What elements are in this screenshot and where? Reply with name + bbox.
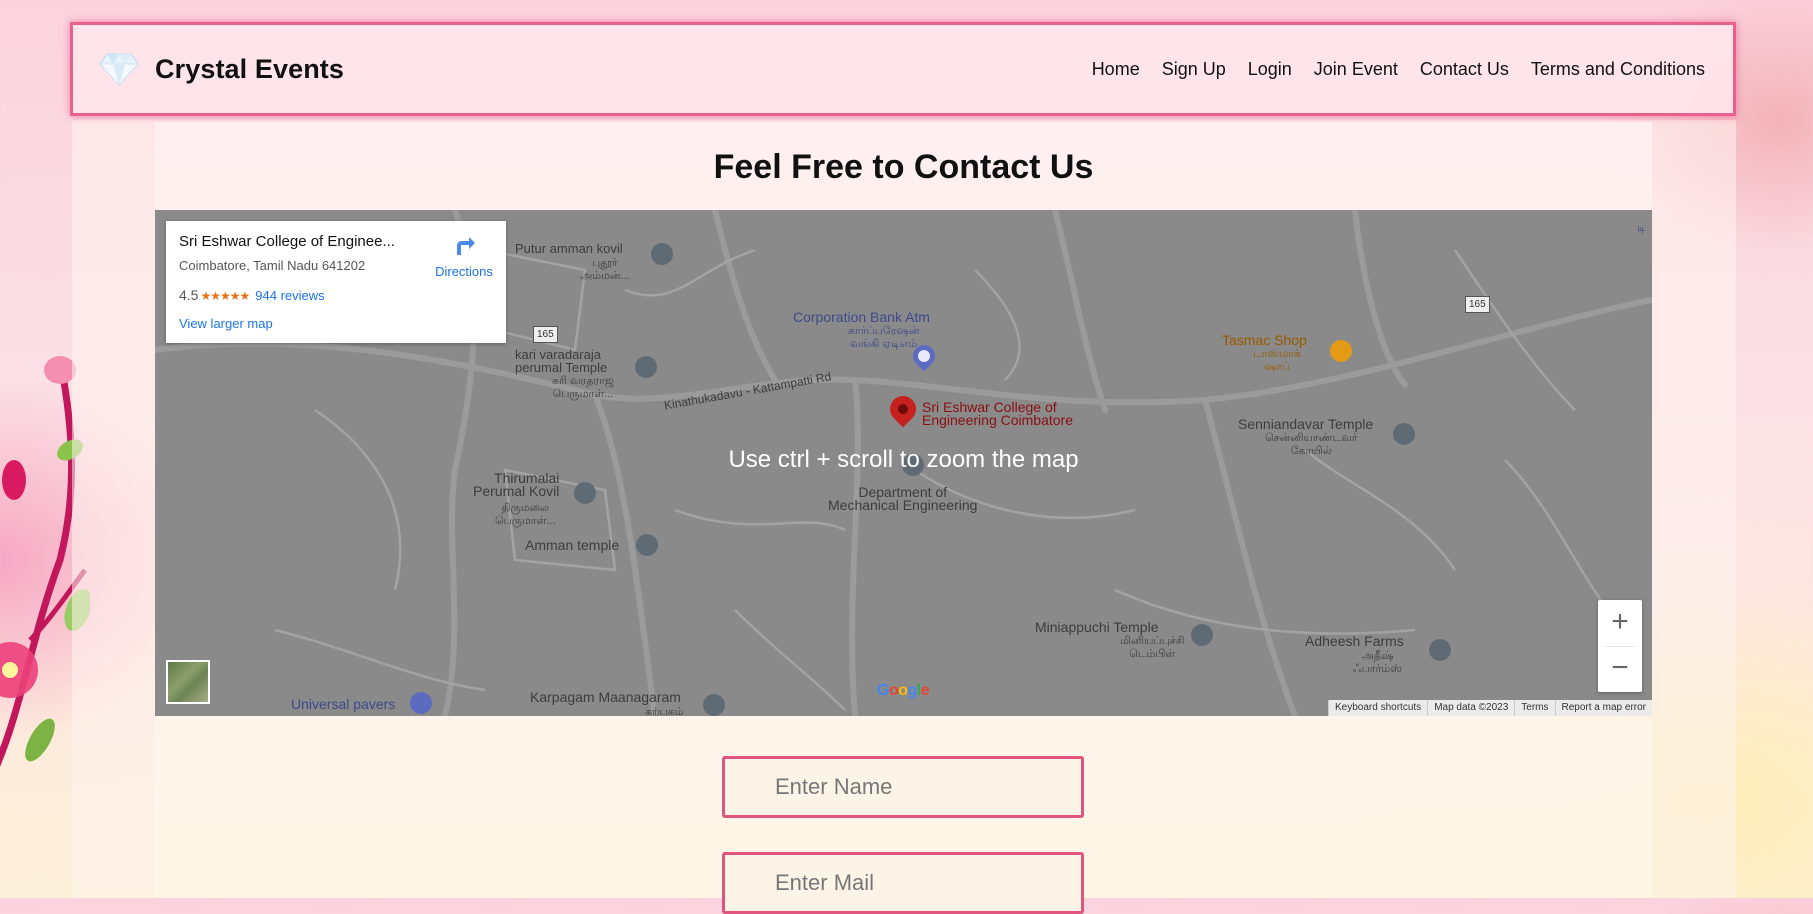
bar-pin-icon[interactable] xyxy=(1330,340,1352,362)
map-zoom-hint: Use ctrl + scroll to zoom the map xyxy=(728,446,1079,473)
map-label-thirumalai[interactable]: Thirumalai Perumal Kovil xyxy=(473,471,559,498)
temple-pin-icon[interactable] xyxy=(651,243,673,265)
zoom-in-button[interactable]: + xyxy=(1598,600,1642,646)
farm-pin-icon[interactable] xyxy=(1429,639,1451,661)
map-label-karpagam[interactable]: Karpagam Maanagaram xyxy=(530,690,681,704)
place-address: Coimbatore, Tamil Nadu 641202 xyxy=(179,258,366,273)
route-165-shield: 165 xyxy=(533,326,558,343)
map-label-kari-varadaraja[interactable]: kari varadaraja perumal Temple xyxy=(515,348,607,374)
map-attribution-bar: Keyboard shortcuts Map data ©2023 Terms … xyxy=(1328,700,1652,716)
temple-pin-icon[interactable] xyxy=(574,482,596,504)
place-info-card: Sri Eshwar College of Enginee... Coimbat… xyxy=(166,221,506,343)
nav-join-event[interactable]: Join Event xyxy=(1314,59,1398,80)
directions-button[interactable]: Directions xyxy=(424,233,504,279)
map-label-edge: டி xyxy=(1637,222,1646,234)
map-label-kari-tamil: கரி வரதராஜ பெருமாள்... xyxy=(552,375,614,400)
map-label-corporation-bank[interactable]: Corporation Bank Atm xyxy=(793,310,930,324)
map-label-corporation-bank-tamil: கார்ப்பரேஷன் வங்கி ஏடிஎம் xyxy=(848,325,920,350)
email-field[interactable] xyxy=(722,852,1084,914)
nav-terms[interactable]: Terms and Conditions xyxy=(1531,59,1705,80)
report-map-error-link[interactable]: Report a map error xyxy=(1554,700,1652,716)
directions-label: Directions xyxy=(435,264,493,279)
main-nav: Home Sign Up Login Join Event Contact Us… xyxy=(1092,59,1705,80)
map-label-adheesh-tamil: அதீஷ் ஃபார்ம்ஸ் xyxy=(1353,650,1402,675)
contact-section: Feel Free to Contact Us Putur amman kovi… xyxy=(155,122,1652,914)
map-terms-link[interactable]: Terms xyxy=(1514,700,1554,716)
map-label-putur-amman-kovil[interactable]: Putur amman kovil xyxy=(515,242,623,255)
map-label-sri-eshwar[interactable]: Sri Eshwar College of Engineering Coimba… xyxy=(922,400,1073,427)
map-label-department[interactable]: Department of Mechanical Engineering xyxy=(828,485,977,512)
map-label-karpagam-tamil: கற்பகம் xyxy=(645,706,684,716)
shopping-pin-icon[interactable] xyxy=(410,692,432,714)
temple-pin-icon[interactable] xyxy=(1393,423,1415,445)
temple-pin-icon[interactable] xyxy=(635,356,657,378)
rating-stars-icon: ★★★★★ xyxy=(200,289,250,303)
location-pin-icon[interactable] xyxy=(703,694,725,716)
place-title: Sri Eshwar College of Enginee... xyxy=(179,233,395,250)
nav-contact-us[interactable]: Contact Us xyxy=(1420,59,1509,80)
temple-pin-icon[interactable] xyxy=(636,534,658,556)
nav-home[interactable]: Home xyxy=(1092,59,1140,80)
rating-value: 4.5 xyxy=(179,287,199,303)
map-label-putur-tamil: புதூர் அம்மன்... xyxy=(580,257,630,282)
route-165-shield: 165 xyxy=(1465,296,1490,313)
map-label-senniandavar[interactable]: Senniandavar Temple xyxy=(1238,417,1373,431)
nav-sign-up[interactable]: Sign Up xyxy=(1162,59,1226,80)
embedded-map[interactable]: Putur amman kovil புதூர் அம்மன்... 165 1… xyxy=(155,210,1652,716)
page-title: Feel Free to Contact Us xyxy=(713,148,1094,186)
zoom-out-button[interactable]: − xyxy=(1598,646,1642,692)
map-label-amman-temple[interactable]: Amman temple xyxy=(525,538,619,552)
google-logo: Google xyxy=(877,682,930,699)
diamond-icon xyxy=(97,47,141,91)
map-label-miniappuchi[interactable]: Miniappuchi Temple xyxy=(1035,620,1158,634)
map-label-tasmac[interactable]: Tasmac Shop xyxy=(1222,333,1307,347)
map-label-miniappuchi-tamil: மினியப்புச்சி டெம்பிள் xyxy=(1120,635,1185,660)
satellite-layer-toggle[interactable] xyxy=(166,660,210,704)
map-label-tasmac-tamil: டாஸ்மாக் ஷாப் xyxy=(1253,348,1301,373)
top-navbar: Crystal Events Home Sign Up Login Join E… xyxy=(70,22,1736,116)
name-field[interactable] xyxy=(722,756,1084,818)
map-zoom-control: + − xyxy=(1598,600,1642,692)
map-data-label: Map data ©2023 xyxy=(1427,700,1514,716)
temple-pin-icon[interactable] xyxy=(1191,624,1213,646)
nav-login[interactable]: Login xyxy=(1248,59,1292,80)
map-label-thirumalai-tamil: திருமலை பெருமாள்... xyxy=(495,502,556,527)
place-rating: 4.5 ★★★★★ 944 reviews xyxy=(179,287,325,303)
map-label-adheesh[interactable]: Adheesh Farms xyxy=(1305,634,1404,648)
reviews-link[interactable]: 944 reviews xyxy=(255,288,324,303)
view-larger-map-link[interactable]: View larger map xyxy=(179,316,273,331)
map-label-universal-pavers[interactable]: Universal pavers xyxy=(291,697,395,711)
keyboard-shortcuts-link[interactable]: Keyboard shortcuts xyxy=(1328,700,1427,716)
brand-name: Crystal Events xyxy=(155,53,344,84)
brand[interactable]: Crystal Events xyxy=(97,47,344,91)
directions-icon xyxy=(452,237,476,260)
